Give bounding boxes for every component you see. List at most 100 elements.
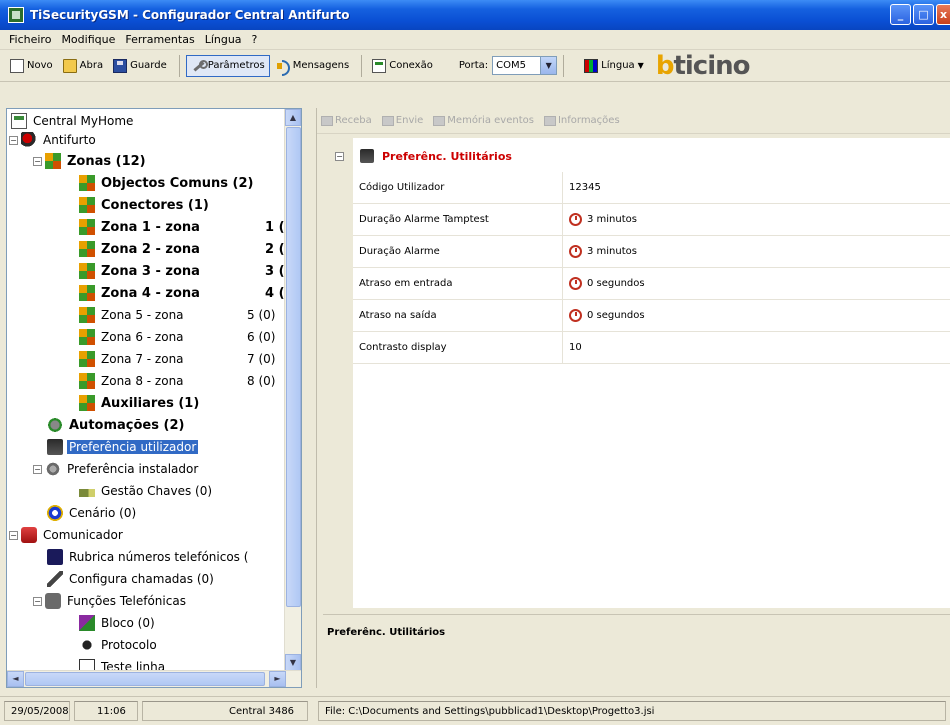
status-central: Central 3486 bbox=[142, 701, 308, 721]
maximize-button[interactable]: □ bbox=[913, 4, 934, 25]
property-value[interactable]: 0 segundos bbox=[563, 309, 645, 322]
properties-pane: Receba Envie Memória eventos Informações… bbox=[316, 108, 950, 688]
tree-node-zone-item[interactable]: Zona 1 - zona 1 (1 bbox=[79, 217, 299, 237]
new-button[interactable]: Novo bbox=[6, 55, 57, 77]
title-bar[interactable]: TiSecurityGSM - Configurador Central Ant… bbox=[0, 0, 950, 30]
zone-number: 7 (0) bbox=[247, 352, 276, 366]
zone-icon bbox=[79, 395, 95, 411]
property-value[interactable]: 3 minutos bbox=[563, 213, 637, 226]
tree-node-zone-item[interactable]: Zona 7 - zona 7 (0) bbox=[79, 349, 299, 369]
open-button[interactable]: Abra bbox=[59, 55, 107, 77]
protocol-icon bbox=[79, 637, 95, 653]
tree-horizontal-scrollbar[interactable]: ◄ ► bbox=[7, 670, 301, 687]
tree-node-zone-item[interactable]: Auxiliares (1) bbox=[79, 393, 201, 413]
tree-node-bloco[interactable]: Bloco (0) bbox=[79, 613, 157, 633]
collapse-icon[interactable]: − bbox=[33, 156, 42, 166]
tree-node-automacoes[interactable]: Automações (2) bbox=[47, 415, 186, 435]
minimize-button[interactable]: _ bbox=[890, 4, 911, 25]
tree-node-gestao-chaves[interactable]: Gestão Chaves (0) bbox=[79, 481, 214, 501]
tree-node-zone-item[interactable]: Zona 8 - zona 8 (0) bbox=[79, 371, 299, 391]
gear-icon bbox=[47, 417, 63, 433]
menu-modifique[interactable]: Modifique bbox=[56, 33, 120, 46]
save-button[interactable]: Guarde bbox=[109, 55, 171, 77]
property-row[interactable]: Duração Alarme Tamptest 3 minutos bbox=[353, 203, 950, 236]
tree-node-cenario[interactable]: Cenário (0) bbox=[47, 503, 138, 523]
receive-button[interactable]: Receba bbox=[321, 115, 372, 126]
open-button-label: Abra bbox=[79, 60, 104, 71]
property-name: Duração Alarme Tamptest bbox=[353, 203, 563, 236]
collapse-icon[interactable]: − bbox=[335, 151, 344, 161]
zone-number: 8 (0) bbox=[247, 374, 276, 388]
description-panel: Preferênc. Utilitários bbox=[323, 614, 950, 684]
tree-node-funcoes[interactable]: − Funções Telefónicas bbox=[33, 591, 188, 611]
tree-node-zone-item[interactable]: Zona 6 - zona 6 (0) bbox=[79, 327, 299, 347]
memory-events-button[interactable]: Memória eventos bbox=[433, 115, 534, 126]
key-icon bbox=[79, 489, 95, 497]
tree-node-central[interactable]: Central MyHome bbox=[11, 111, 135, 131]
tree-node-zone-item[interactable]: Conectores (1) bbox=[79, 195, 211, 215]
language-menu-button[interactable]: Língua ▼ bbox=[584, 58, 644, 73]
property-value[interactable]: 3 minutos bbox=[563, 245, 637, 258]
messages-button[interactable]: Mensagens bbox=[272, 55, 354, 77]
menu-ficheiro[interactable]: Ficheiro bbox=[4, 33, 56, 46]
menu-help[interactable]: ? bbox=[247, 33, 263, 46]
collapse-icon[interactable]: − bbox=[33, 464, 42, 474]
tree-view[interactable]: Central MyHome − Antifurto − Zonas (12) … bbox=[6, 108, 302, 688]
wrench-icon bbox=[191, 59, 208, 73]
property-name: Código Utilizador bbox=[353, 171, 563, 204]
close-button[interactable]: x bbox=[936, 4, 950, 25]
scroll-left-icon[interactable]: ◄ bbox=[7, 671, 24, 687]
tree-node-antifurto[interactable]: − Antifurto bbox=[9, 130, 98, 150]
port-select[interactable]: COM5 ▼ bbox=[492, 56, 558, 75]
central-icon bbox=[11, 113, 27, 129]
property-row[interactable]: Atraso na saída 0 segundos bbox=[353, 299, 950, 332]
tree-node-configura[interactable]: Configura chamadas (0) bbox=[47, 569, 216, 589]
chevron-down-icon[interactable]: ▼ bbox=[540, 57, 557, 74]
tree-node-protocolo[interactable]: Protocolo bbox=[79, 635, 159, 655]
collapse-icon[interactable]: − bbox=[9, 530, 18, 540]
tool-icon bbox=[47, 571, 63, 587]
property-value[interactable]: 10 bbox=[563, 342, 582, 353]
properties-toolbar: Receba Envie Memória eventos Informações bbox=[317, 108, 950, 134]
tree-node-zone-item[interactable]: Zona 3 - zona 3 (3 bbox=[79, 261, 299, 281]
collapse-icon[interactable]: − bbox=[9, 135, 18, 145]
tree-node-zone-item[interactable]: Zona 2 - zona 2 (1 bbox=[79, 239, 299, 259]
connection-button[interactable]: Conexão bbox=[368, 55, 437, 77]
zone-icon bbox=[79, 307, 95, 323]
category-row[interactable]: − Preferênc. Utilitários bbox=[323, 146, 950, 166]
menu-lingua[interactable]: Língua bbox=[200, 33, 247, 46]
tree-node-comunicador[interactable]: − Comunicador bbox=[9, 525, 125, 545]
tree-node-pref-instalador[interactable]: − Preferência instalador bbox=[33, 459, 200, 479]
property-value[interactable]: 0 segundos bbox=[563, 277, 645, 290]
property-row[interactable]: Contrasto display 10 bbox=[353, 331, 950, 364]
zone-icon bbox=[79, 175, 95, 191]
parameters-button[interactable]: Parâmetros bbox=[185, 54, 270, 77]
scroll-down-icon[interactable]: ▼ bbox=[285, 654, 301, 671]
tree-node-rubrica[interactable]: Rubrica números telefónicos ( bbox=[47, 547, 250, 567]
property-row[interactable]: Atraso em entrada 0 segundos bbox=[353, 267, 950, 300]
property-row[interactable]: Código Utilizador 12345 bbox=[353, 171, 950, 204]
main-toolbar: Novo Abra Guarde Parâmetros Mensagens Co… bbox=[0, 50, 950, 82]
tree-node-zone-item[interactable]: Objectos Comuns (2) bbox=[79, 173, 255, 193]
send-button[interactable]: Envie bbox=[381, 115, 423, 126]
menu-ferramentas[interactable]: Ferramentas bbox=[120, 33, 199, 46]
scroll-thumb[interactable] bbox=[286, 127, 301, 607]
scroll-thumb[interactable] bbox=[25, 672, 265, 686]
scroll-right-icon[interactable]: ► bbox=[269, 671, 286, 687]
tree-node-zonas[interactable]: − Zonas (12) bbox=[33, 151, 148, 171]
property-grid: − Preferênc. Utilitários Código Utilizad… bbox=[323, 138, 950, 608]
collapse-icon[interactable]: − bbox=[33, 596, 42, 606]
property-name: Duração Alarme bbox=[353, 235, 563, 268]
property-name: Atraso em entrada bbox=[353, 267, 563, 300]
speaker-icon bbox=[276, 59, 290, 76]
scroll-up-icon[interactable]: ▲ bbox=[285, 109, 301, 126]
tree-node-pref-utilizador[interactable]: Preferência utilizador bbox=[47, 437, 199, 457]
tree-vertical-scrollbar[interactable]: ▲ ▼ bbox=[284, 109, 301, 671]
connection-button-label: Conexão bbox=[389, 60, 433, 71]
property-row[interactable]: Duração Alarme 3 minutos bbox=[353, 235, 950, 268]
tree-node-zone-item[interactable]: Zona 4 - zona 4 (3 bbox=[79, 283, 299, 303]
menu-bar: Ficheiro Modifique Ferramentas Língua ? bbox=[0, 30, 950, 50]
property-value[interactable]: 12345 bbox=[563, 182, 601, 193]
tree-node-zone-item[interactable]: Zona 5 - zona 5 (0) bbox=[79, 305, 299, 325]
info-button[interactable]: Informações bbox=[543, 115, 620, 126]
